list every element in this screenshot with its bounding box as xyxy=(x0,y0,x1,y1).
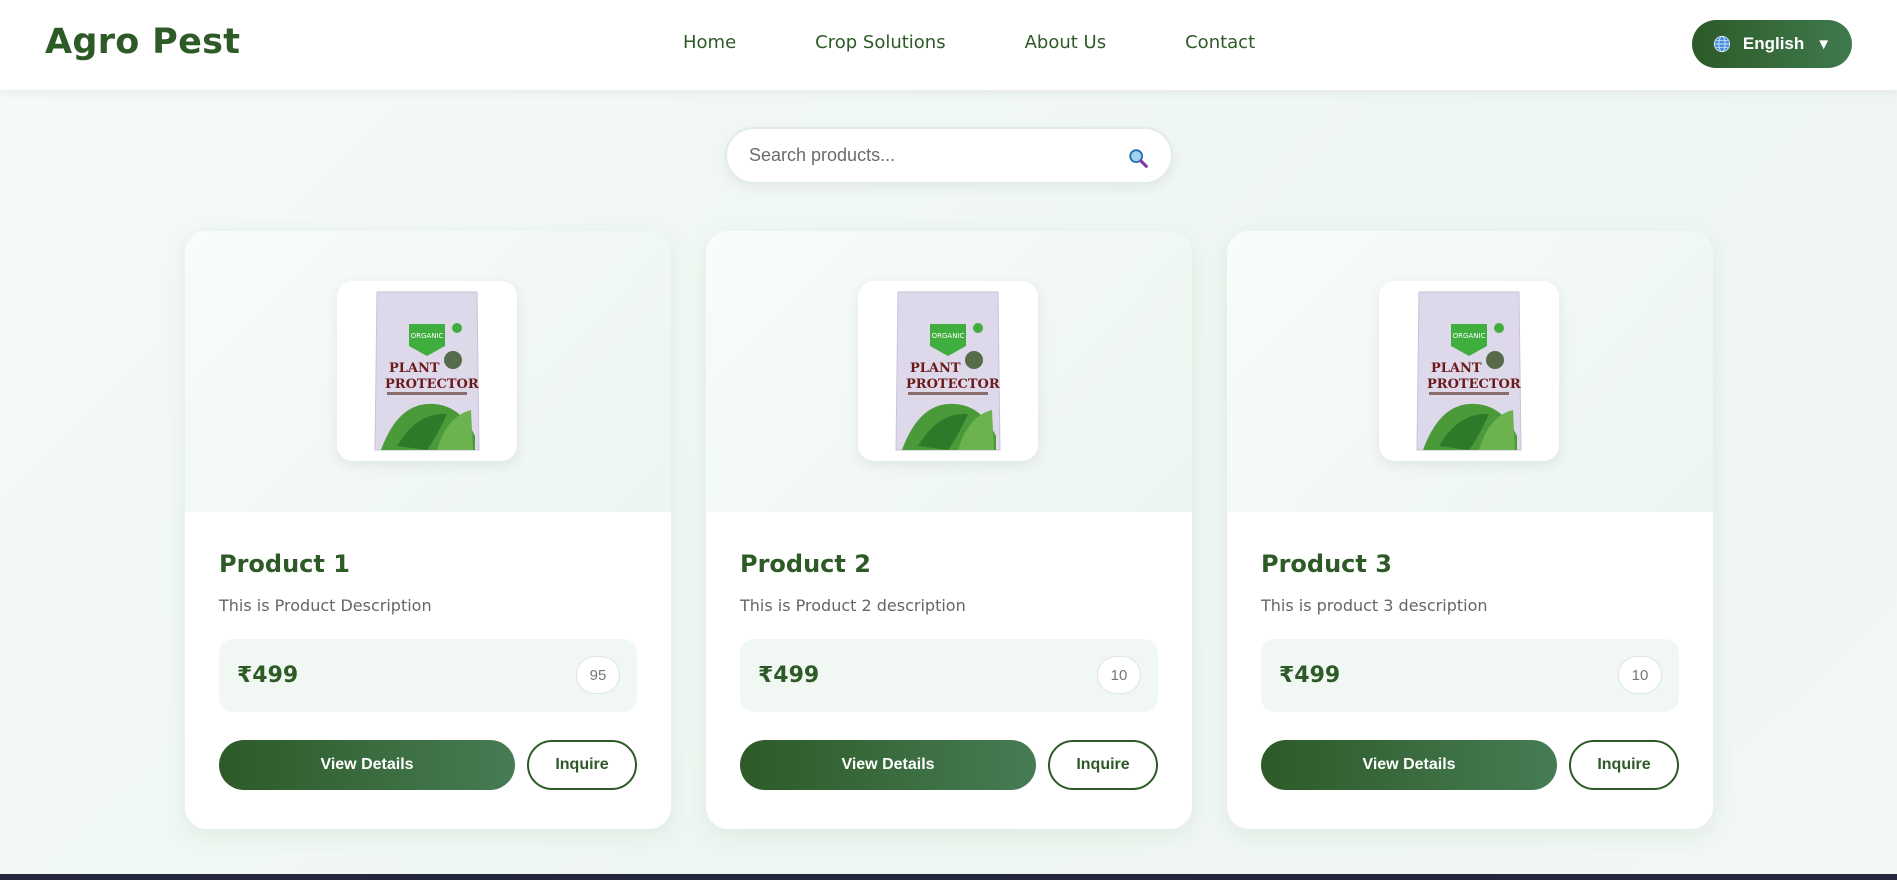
svg-text:ORGANIC: ORGANIC xyxy=(932,332,965,340)
svg-text:PLANT: PLANT xyxy=(389,361,440,376)
product-image[interactable]: ORGANIC PLANT PROTECTOR xyxy=(1379,281,1559,461)
product-card[interactable]: ORGANIC PLANT PROTECTOR Product 1 This i… xyxy=(185,231,671,829)
product-description: This is Product 2 description xyxy=(740,596,966,615)
main-nav: Home Crop Solutions About Us Contact xyxy=(683,32,1255,53)
site-header: Agro Pest Home Crop Solutions About Us C… xyxy=(0,0,1897,90)
svg-text:ORGANIC: ORGANIC xyxy=(1453,332,1486,340)
site-logo[interactable]: Agro Pest xyxy=(45,22,240,62)
inquire-button[interactable]: Inquire xyxy=(527,740,637,790)
stock-badge: 10 xyxy=(1618,656,1662,694)
svg-text:PROTECTOR: PROTECTOR xyxy=(1427,377,1521,392)
chevron-down-icon: ▼ xyxy=(1816,35,1832,53)
product-title: Product 2 xyxy=(740,550,871,578)
svg-text:PROTECTOR: PROTECTOR xyxy=(385,377,479,392)
product-description: This is product 3 description xyxy=(1261,596,1488,615)
stock-badge: 95 xyxy=(576,656,620,694)
nav-about-us[interactable]: About Us xyxy=(1025,32,1107,53)
search-input[interactable] xyxy=(749,145,1109,166)
inquire-button[interactable]: Inquire xyxy=(1569,740,1679,790)
price-row: ₹499 10 xyxy=(740,639,1158,712)
product-title: Product 1 xyxy=(219,550,350,578)
product-image-area: ORGANIC PLANT PROTECTOR xyxy=(706,231,1192,512)
product-card[interactable]: ORGANIC PLANT PROTECTOR Product 3 This i… xyxy=(1227,231,1713,829)
product-price: ₹499 xyxy=(237,663,299,688)
language-label: English xyxy=(1742,34,1805,53)
product-package-image: ORGANIC PLANT PROTECTOR xyxy=(1416,291,1522,451)
stock-badge: 10 xyxy=(1097,656,1141,694)
product-package-image: ORGANIC PLANT PROTECTOR xyxy=(374,291,480,451)
search-bar xyxy=(725,127,1173,184)
product-image[interactable]: ORGANIC PLANT PROTECTOR xyxy=(858,281,1038,461)
footer-edge xyxy=(0,874,1897,880)
svg-text:PLANT: PLANT xyxy=(1431,361,1482,376)
nav-home[interactable]: Home xyxy=(683,32,736,53)
product-image[interactable]: ORGANIC PLANT PROTECTOR xyxy=(337,281,517,461)
product-price: ₹499 xyxy=(758,663,820,688)
language-selector[interactable]: English ▼ xyxy=(1692,20,1852,68)
product-title: Product 3 xyxy=(1261,550,1392,578)
svg-text:PLANT: PLANT xyxy=(910,361,961,376)
inquire-button[interactable]: Inquire xyxy=(1048,740,1158,790)
view-details-button[interactable]: View Details xyxy=(1261,740,1557,790)
price-row: ₹499 10 xyxy=(1261,639,1679,712)
product-price: ₹499 xyxy=(1279,663,1341,688)
view-details-button[interactable]: View Details xyxy=(740,740,1036,790)
svg-text:ORGANIC: ORGANIC xyxy=(411,332,444,340)
product-package-image: ORGANIC PLANT PROTECTOR xyxy=(895,291,1001,451)
product-description: This is Product Description xyxy=(219,596,432,615)
product-card[interactable]: ORGANIC PLANT PROTECTOR Product 2 This i… xyxy=(706,231,1192,829)
product-image-area: ORGANIC PLANT PROTECTOR xyxy=(185,231,671,512)
globe-icon xyxy=(1713,35,1730,53)
nav-contact[interactable]: Contact xyxy=(1185,32,1255,53)
nav-crop-solutions[interactable]: Crop Solutions xyxy=(815,32,945,53)
search-icon[interactable] xyxy=(1127,147,1149,169)
svg-text:PROTECTOR: PROTECTOR xyxy=(906,377,1000,392)
view-details-button[interactable]: View Details xyxy=(219,740,515,790)
price-row: ₹499 95 xyxy=(219,639,637,712)
product-image-area: ORGANIC PLANT PROTECTOR xyxy=(1227,231,1713,512)
